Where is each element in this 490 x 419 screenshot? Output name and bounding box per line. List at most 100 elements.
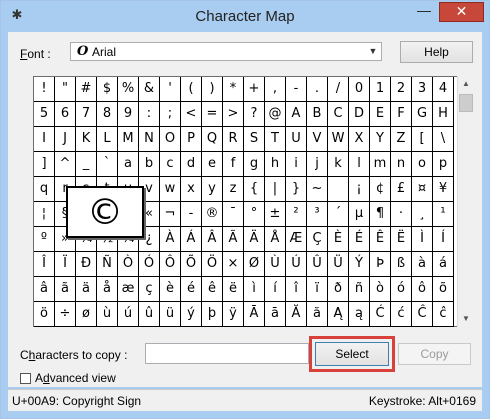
char-cell[interactable]: Ā (244, 302, 265, 327)
char-cell[interactable]: K (76, 127, 97, 152)
char-cell[interactable]: · (391, 202, 412, 227)
char-cell[interactable]: Ï (55, 252, 76, 277)
char-cell[interactable]: ± (265, 202, 286, 227)
char-cell[interactable]: º (34, 227, 55, 252)
char-cell[interactable]: & (139, 77, 160, 102)
char-cell[interactable]: ² (286, 202, 307, 227)
char-cell[interactable]: V (307, 127, 328, 152)
char-cell[interactable]: × (223, 252, 244, 277)
char-cell[interactable]: : (139, 102, 160, 127)
char-cell[interactable]: f (223, 152, 244, 177)
char-cell[interactable]: ó (391, 277, 412, 302)
char-cell[interactable]: J (55, 127, 76, 152)
char-cell[interactable]: 4 (433, 77, 454, 102)
char-cell[interactable]: d (181, 152, 202, 177)
char-cell[interactable]: Ă (286, 302, 307, 327)
advanced-view-toggle[interactable]: Advanced view (20, 371, 116, 385)
char-cell[interactable]: ¢ (370, 177, 391, 202)
char-cell[interactable]: À (160, 227, 181, 252)
char-cell[interactable]: " (55, 77, 76, 102)
char-cell[interactable]: g (244, 152, 265, 177)
char-cell[interactable]: l (349, 152, 370, 177)
char-cell[interactable]: = (202, 102, 223, 127)
char-cell[interactable]: [ (412, 127, 433, 152)
scroll-up-icon[interactable]: ▲ (458, 76, 474, 92)
char-cell[interactable]: 0 (349, 77, 370, 102)
char-cell[interactable]: Ã (223, 227, 244, 252)
char-cell[interactable]: Ć (370, 302, 391, 327)
char-cell[interactable]: ¤ (412, 177, 433, 202)
char-cell[interactable]: ø (76, 302, 97, 327)
char-cell[interactable]: ¦ (34, 202, 55, 227)
char-cell[interactable]: Ą (328, 302, 349, 327)
char-cell[interactable]: h (265, 152, 286, 177)
char-cell[interactable]: M (118, 127, 139, 152)
char-cell[interactable]: ¥ (433, 177, 454, 202)
char-cell[interactable]: 3 (412, 77, 433, 102)
char-cell[interactable]: ÷ (55, 302, 76, 327)
char-cell[interactable]: ð (328, 277, 349, 302)
close-button[interactable]: ✕ (439, 2, 484, 22)
char-cell[interactable]: Ì (412, 227, 433, 252)
char-cell[interactable]: Æ (286, 227, 307, 252)
char-cell[interactable]: Î (34, 252, 55, 277)
char-cell[interactable]: C (328, 102, 349, 127)
char-cell[interactable]: n (391, 152, 412, 177)
char-cell[interactable]: X (349, 127, 370, 152)
char-cell[interactable]: Í (433, 227, 454, 252)
char-cell[interactable]: q (34, 177, 55, 202)
char-cell[interactable]: ! (34, 77, 55, 102)
char-cell[interactable]: ` (97, 152, 118, 177)
char-cell[interactable]: 6 (55, 102, 76, 127)
char-cell[interactable]: z (223, 177, 244, 202)
char-cell[interactable]: ü (160, 302, 181, 327)
char-cell[interactable]: ³ (307, 202, 328, 227)
char-cell[interactable]: ú (118, 302, 139, 327)
characters-to-copy-field[interactable] (145, 343, 309, 364)
char-cell[interactable]: ù (97, 302, 118, 327)
char-cell[interactable]: x (181, 177, 202, 202)
char-cell[interactable]: - (181, 202, 202, 227)
char-cell[interactable]: @ (265, 102, 286, 127)
char-cell[interactable]: Ð (76, 252, 97, 277)
char-cell[interactable]: o (412, 152, 433, 177)
char-cell[interactable]: j (307, 152, 328, 177)
char-cell[interactable]: % (118, 77, 139, 102)
char-cell[interactable]: à (412, 252, 433, 277)
char-cell[interactable]: - (286, 77, 307, 102)
char-cell[interactable]: b (139, 152, 160, 177)
char-cell[interactable]: # (76, 77, 97, 102)
char-cell[interactable]: 1 (370, 77, 391, 102)
char-cell[interactable]: Ü (328, 252, 349, 277)
advanced-view-checkbox[interactable] (20, 373, 31, 384)
char-cell[interactable]: á (433, 252, 454, 277)
char-cell[interactable]: Õ (181, 252, 202, 277)
char-cell[interactable]: > (223, 102, 244, 127)
char-cell[interactable]: ô (412, 277, 433, 302)
char-cell[interactable]: ß (391, 252, 412, 277)
char-cell[interactable]: Å (265, 227, 286, 252)
char-cell[interactable]: ¯ (223, 202, 244, 227)
char-cell[interactable]: ? (244, 102, 265, 127)
char-cell[interactable]: ´ (328, 202, 349, 227)
char-cell[interactable]: Ê (370, 227, 391, 252)
char-cell[interactable]: p (433, 152, 454, 177)
char-cell[interactable]: ý (181, 302, 202, 327)
scrollbar-thumb[interactable] (459, 94, 473, 112)
char-cell[interactable]: î (286, 277, 307, 302)
char-cell[interactable]: æ (118, 277, 139, 302)
char-cell[interactable]: 9 (118, 102, 139, 127)
char-cell[interactable]: 5 (34, 102, 55, 127)
char-cell[interactable]: _ (76, 152, 97, 177)
char-cell[interactable]: ' (160, 77, 181, 102)
minimize-button[interactable]: — (411, 2, 437, 21)
font-dropdown[interactable]: O Arial ▼ (70, 42, 382, 61)
char-cell[interactable]: / (328, 77, 349, 102)
char-cell[interactable]: Ô (160, 252, 181, 277)
char-cell[interactable]: y (202, 177, 223, 202)
char-cell[interactable]: Ä (244, 227, 265, 252)
char-cell[interactable]: ê (202, 277, 223, 302)
char-cell[interactable]: ¹ (433, 202, 454, 227)
char-cell[interactable] (328, 177, 349, 202)
char-cell[interactable]: B (307, 102, 328, 127)
